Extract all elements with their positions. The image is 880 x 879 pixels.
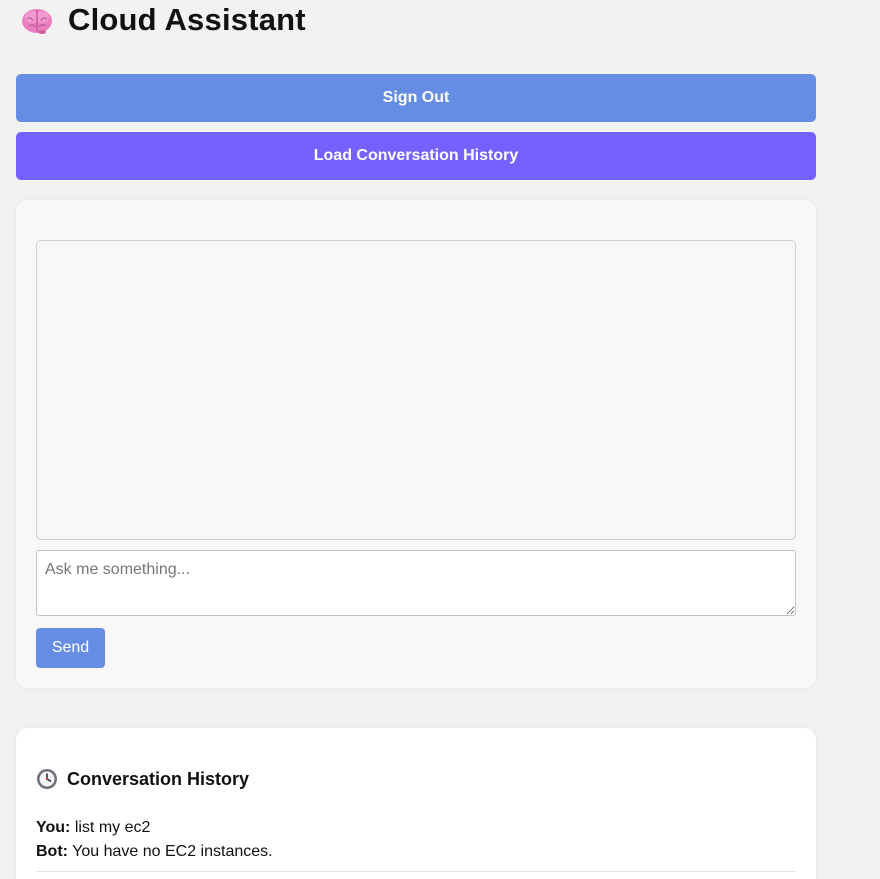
- bot-label: Bot:: [36, 843, 68, 860]
- bot-message: You have no EC2 instances.: [72, 843, 273, 860]
- history-divider: [36, 871, 796, 872]
- sign-out-button[interactable]: Sign Out: [16, 74, 816, 122]
- chat-card: Send: [16, 200, 816, 688]
- history-user-line: You: list my ec2: [36, 816, 796, 840]
- chat-input[interactable]: [36, 550, 796, 616]
- clock-icon: [36, 768, 58, 790]
- load-history-button[interactable]: Load Conversation History: [16, 132, 816, 180]
- history-title: Conversation History: [67, 768, 250, 789]
- user-label: You:: [36, 819, 71, 836]
- history-heading: Conversation History: [36, 768, 249, 790]
- brain-icon: [20, 3, 54, 37]
- history-entry: You: list my ec2 Bot: You have no EC2 in…: [36, 816, 796, 864]
- history-bot-line: Bot: You have no EC2 instances.: [36, 840, 796, 864]
- user-message: list my ec2: [74, 819, 151, 836]
- history-card: Conversation History You: list my ec2 Bo…: [16, 728, 816, 879]
- page-title: Cloud Assistant: [68, 2, 306, 37]
- app-header: Cloud Assistant: [20, 0, 306, 40]
- chat-log[interactable]: [36, 240, 796, 540]
- send-button[interactable]: Send: [36, 628, 105, 668]
- page: Cloud Assistant Sign Out Load Conversati…: [0, 0, 880, 879]
